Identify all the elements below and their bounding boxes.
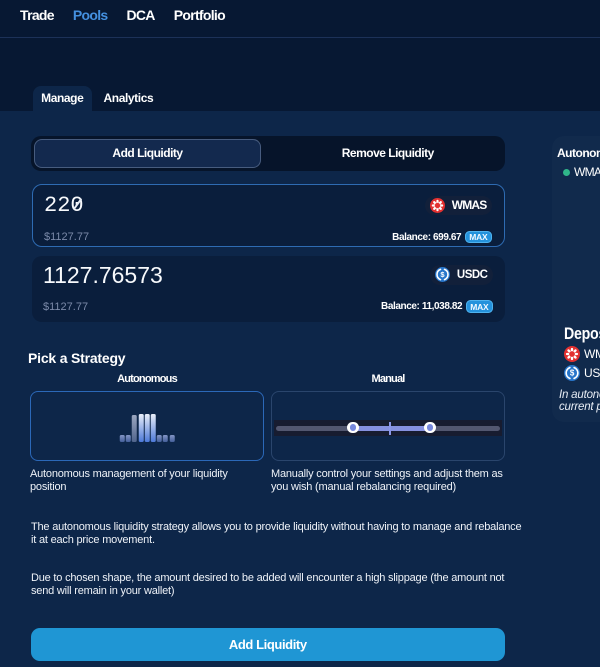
svg-text:$: $ — [569, 369, 574, 378]
